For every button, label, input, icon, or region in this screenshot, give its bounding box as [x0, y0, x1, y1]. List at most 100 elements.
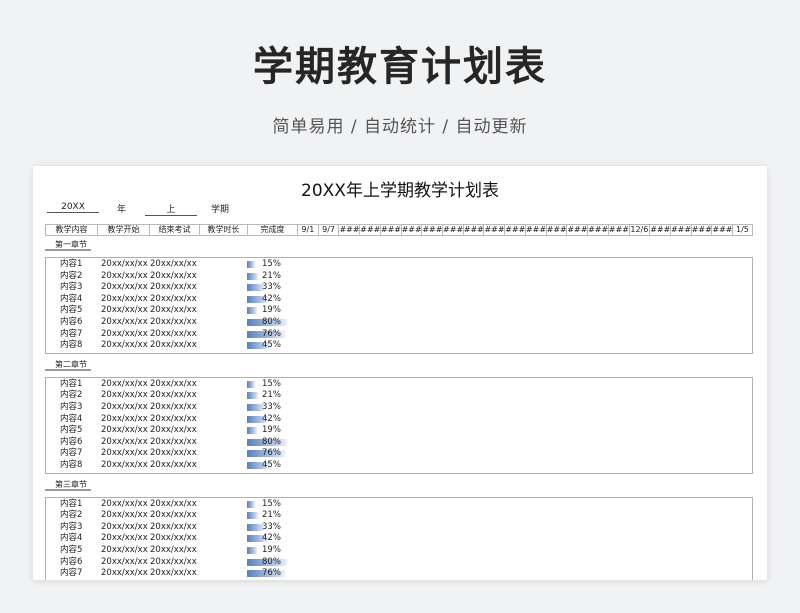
completion-percent: 80%: [262, 556, 281, 567]
term-value[interactable]: 上: [145, 202, 197, 216]
content-cell: 内容1: [60, 259, 83, 269]
completion-percent: 33%: [262, 521, 281, 532]
table-row[interactable]: 内容7 20xx/xx/xx 20xx/xx/xx 76%: [46, 329, 754, 340]
date-column-header: ###: [421, 224, 443, 236]
completion-percent: 33%: [262, 401, 281, 412]
table-row[interactable]: 内容5 20xx/xx/xx 20xx/xx/xx 19%: [46, 305, 754, 316]
table-row[interactable]: 内容2 20xx/xx/xx 20xx/xx/xx 21%: [46, 510, 754, 521]
spreadsheet-preview: 20XX年上学期教学计划表 20XX 年 上 学期 教学内容 教学开始 结束考试 教学…: [33, 166, 767, 580]
table-row[interactable]: 内容3 20xx/xx/xx 20xx/xx/xx 33%: [46, 522, 754, 533]
table-row[interactable]: 内容3 20xx/xx/xx 20xx/xx/xx 33%: [46, 402, 754, 413]
date-column-header: 12/6: [628, 224, 650, 236]
start-date-cell: 20xx/xx/xx: [101, 293, 148, 304]
completion-percent: 21%: [262, 390, 281, 401]
end-date-cell: 20xx/xx/xx: [150, 425, 197, 436]
end-date-cell: 20xx/xx/xx: [150, 459, 197, 470]
date-column-header: ###: [545, 224, 567, 236]
table-row[interactable]: 内容4 20xx/xx/xx 20xx/xx/xx 42%: [46, 533, 754, 544]
date-column-header: ###: [566, 224, 588, 236]
completion-percent: 76%: [262, 328, 281, 339]
completion-bar: [247, 546, 257, 554]
completion-percent: 76%: [262, 568, 281, 579]
table-row[interactable]: 内容8 20xx/xx/xx 20xx/xx/xx 45%: [46, 460, 754, 471]
end-date-cell: 20xx/xx/xx: [150, 282, 197, 293]
date-column-header: ###: [524, 224, 546, 236]
end-date-cell: 20xx/xx/xx: [150, 305, 197, 316]
start-date-cell: 20xx/xx/xx: [101, 533, 148, 544]
table-row[interactable]: 内容5 20xx/xx/xx 20xx/xx/xx 19%: [46, 425, 754, 436]
completion-bar: [247, 500, 255, 508]
start-date-cell: 20xx/xx/xx: [101, 510, 148, 521]
table-row[interactable]: 内容1 20xx/xx/xx 20xx/xx/xx 15%: [46, 379, 754, 390]
table-row[interactable]: 内容5 20xx/xx/xx 20xx/xx/xx 19%: [46, 545, 754, 556]
end-date-cell: 20xx/xx/xx: [150, 413, 197, 424]
chapter-label: 第三章节: [45, 480, 91, 491]
completion-percent: 19%: [262, 425, 281, 436]
table-row[interactable]: 内容8 20xx/xx/xx 20xx/xx/xx 45%: [46, 340, 754, 351]
content-cell: 内容4: [60, 533, 83, 544]
date-column-header: ###: [607, 224, 629, 236]
end-date-cell: 20xx/xx/xx: [150, 390, 197, 401]
end-date-cell: 20xx/xx/xx: [150, 556, 197, 567]
completion-percent: 15%: [262, 498, 281, 509]
content-cell: 内容8: [60, 459, 83, 470]
end-date-cell: 20xx/xx/xx: [150, 510, 197, 521]
table-row[interactable]: 内容1 20xx/xx/xx 20xx/xx/xx 15%: [46, 259, 754, 270]
date-column-header: 1/5: [732, 224, 753, 236]
table-row[interactable]: 内容6 20xx/xx/xx 20xx/xx/xx 80%: [46, 317, 754, 328]
content-cell: 内容4: [60, 293, 83, 304]
completion-bar: [247, 512, 258, 520]
completion-percent: 76%: [262, 448, 281, 459]
start-date-cell: 20xx/xx/xx: [101, 317, 148, 327]
start-date-cell: 20xx/xx/xx: [101, 390, 148, 401]
content-cell: 内容5: [60, 544, 83, 555]
completion-bar: [247, 392, 258, 400]
end-date-cell: 20xx/xx/xx: [150, 544, 197, 555]
completion-percent: 42%: [262, 293, 281, 304]
table-row[interactable]: 内容7 20xx/xx/xx 20xx/xx/xx 76%: [46, 568, 754, 579]
completion-bar: [247, 380, 255, 388]
column-header-row: 教学内容 教学开始 结束考试 教学时长 完成度 9/1 9/7 ### ### ### ### ###…: [45, 224, 753, 236]
table-row[interactable]: 内容2 20xx/xx/xx 20xx/xx/xx 21%: [46, 271, 754, 282]
start-date-cell: 20xx/xx/xx: [101, 378, 148, 389]
table-row[interactable]: 内容7 20xx/xx/xx 20xx/xx/xx 76%: [46, 448, 754, 459]
start-date-cell: 20xx/xx/xx: [101, 282, 148, 293]
completion-percent: 80%: [262, 436, 281, 447]
content-cell: 内容7: [60, 568, 83, 579]
completion-percent: 42%: [262, 533, 281, 544]
date-column-header: ###: [649, 224, 670, 236]
column-header: 教学内容: [45, 224, 97, 236]
end-date-cell: 20xx/xx/xx: [150, 378, 197, 389]
end-date-cell: 20xx/xx/xx: [150, 498, 197, 509]
start-date-cell: 20xx/xx/xx: [101, 521, 148, 532]
start-date-cell: 20xx/xx/xx: [101, 544, 148, 555]
date-column-header: ###: [338, 224, 360, 236]
completion-percent: 19%: [262, 305, 281, 316]
page-title: 学期教育计划表: [253, 44, 547, 90]
date-column-header: ###: [359, 224, 380, 236]
end-date-cell: 20xx/xx/xx: [150, 448, 197, 459]
table-row[interactable]: 内容4 20xx/xx/xx 20xx/xx/xx 42%: [46, 294, 754, 305]
start-date-cell: 20xx/xx/xx: [101, 448, 148, 459]
table-row[interactable]: 内容6 20xx/xx/xx 20xx/xx/xx 80%: [46, 437, 754, 448]
table-row[interactable]: 内容1 20xx/xx/xx 20xx/xx/xx 15%: [46, 499, 754, 510]
start-date-cell: 20xx/xx/xx: [101, 340, 148, 351]
completion-bar: [247, 261, 255, 268]
year-value[interactable]: 20XX: [47, 202, 99, 213]
content-cell: 内容1: [60, 498, 83, 509]
content-cell: 内容2: [60, 390, 83, 401]
table-row[interactable]: 内容3 20xx/xx/xx 20xx/xx/xx 33%: [46, 282, 754, 293]
start-date-cell: 20xx/xx/xx: [101, 413, 148, 424]
table-row[interactable]: 内容6 20xx/xx/xx 20xx/xx/xx 80%: [46, 557, 754, 568]
content-cell: 内容7: [60, 328, 83, 339]
content-cell: 内容7: [60, 448, 83, 459]
start-date-cell: 20xx/xx/xx: [101, 259, 148, 269]
date-column-header: ###: [379, 224, 401, 236]
column-header: 完成度: [247, 224, 297, 236]
table-row[interactable]: 内容4 20xx/xx/xx 20xx/xx/xx 42%: [46, 414, 754, 425]
chapter-label: 第一章节: [45, 240, 91, 251]
year-label: 年: [117, 205, 127, 215]
end-date-cell: 20xx/xx/xx: [150, 568, 197, 579]
table-row[interactable]: 内容2 20xx/xx/xx 20xx/xx/xx 21%: [46, 390, 754, 401]
end-date-cell: 20xx/xx/xx: [150, 340, 197, 351]
